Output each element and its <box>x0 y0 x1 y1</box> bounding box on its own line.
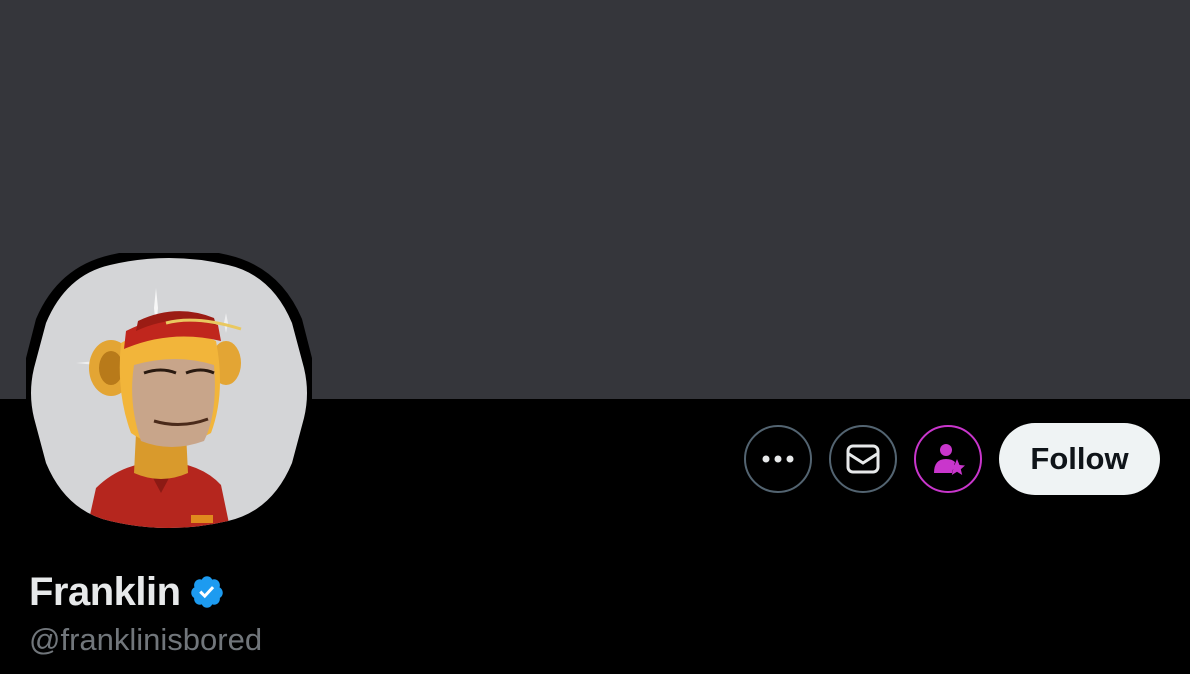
bored-ape-avatar-image <box>26 253 312 533</box>
person-star-icon <box>934 444 965 475</box>
envelope-icon <box>846 444 880 474</box>
profile-handle: @franklinisbored <box>29 622 263 657</box>
message-button[interactable] <box>829 425 897 493</box>
follow-button[interactable]: Follow <box>999 423 1160 495</box>
profile-avatar[interactable] <box>26 253 312 533</box>
display-name: Franklin <box>29 570 181 614</box>
more-button[interactable] <box>744 425 812 493</box>
profile-actions: Follow <box>744 423 1160 495</box>
subscribe-button[interactable] <box>914 425 982 493</box>
verified-badge-icon[interactable] <box>189 574 225 610</box>
more-horizontal-icon <box>762 455 794 463</box>
profile-name-row: Franklin <box>29 568 225 616</box>
